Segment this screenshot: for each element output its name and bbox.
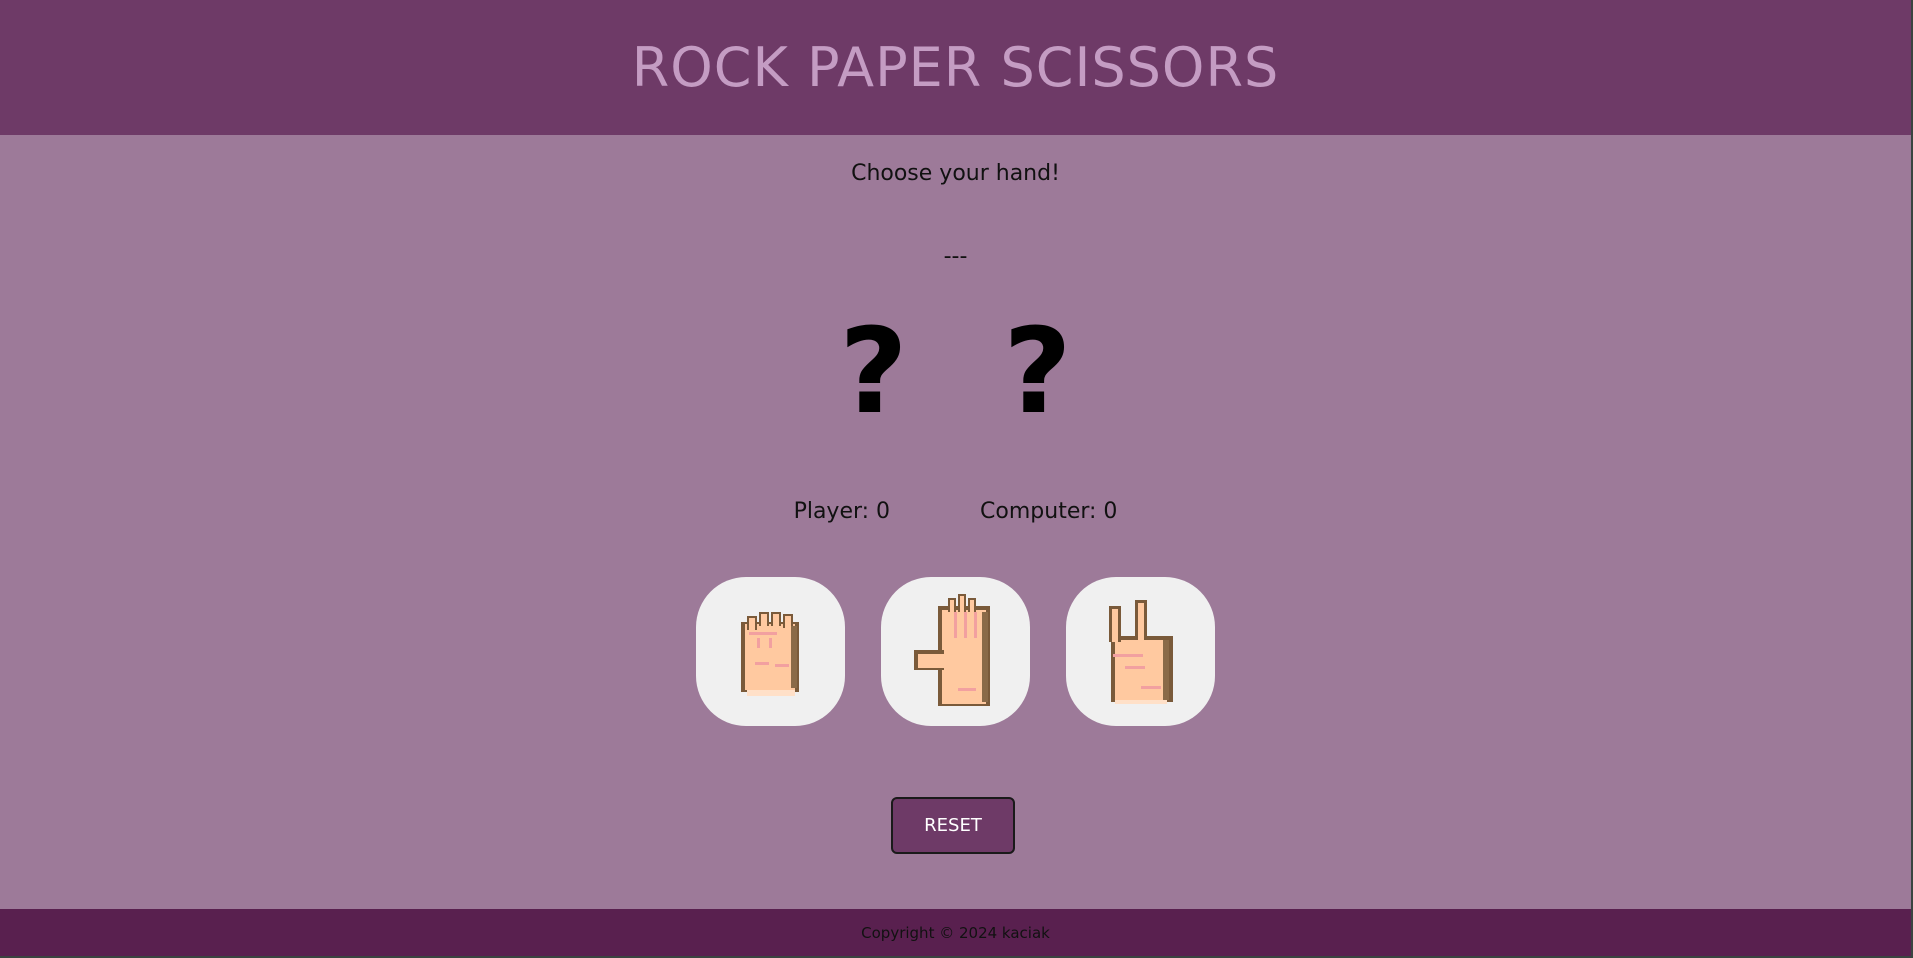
peace-hand-icon [1108, 599, 1173, 704]
player-pick: ? [839, 302, 908, 440]
app-page: ROCK PAPER SCISSORS Choose your hand! --… [0, 0, 1913, 958]
computer-score: Computer: 0 [980, 499, 1118, 524]
instruction-text: Choose your hand! [851, 161, 1060, 186]
copyright-text: Copyright © 2024 kaciak [861, 923, 1050, 942]
picks-display: ? ? [0, 302, 1911, 440]
paper-button[interactable] [881, 577, 1030, 726]
computer-pick: ? [1003, 302, 1072, 440]
fist-icon [740, 611, 799, 696]
header-bar: ROCK PAPER SCISSORS [0, 0, 1911, 135]
page-title: ROCK PAPER SCISSORS [631, 36, 1280, 99]
player-score: Player: 0 [793, 499, 891, 524]
scoreboard: Player: 0 Computer: 0 [0, 499, 1911, 524]
footer-bar: Copyright © 2024 kaciak [0, 909, 1911, 956]
rock-button[interactable] [696, 577, 845, 726]
reset-button[interactable]: RESET [891, 797, 1015, 854]
scissors-button[interactable] [1066, 577, 1215, 726]
hand-choices [0, 577, 1911, 726]
round-result: --- [943, 244, 968, 269]
open-hand-icon [913, 593, 990, 706]
